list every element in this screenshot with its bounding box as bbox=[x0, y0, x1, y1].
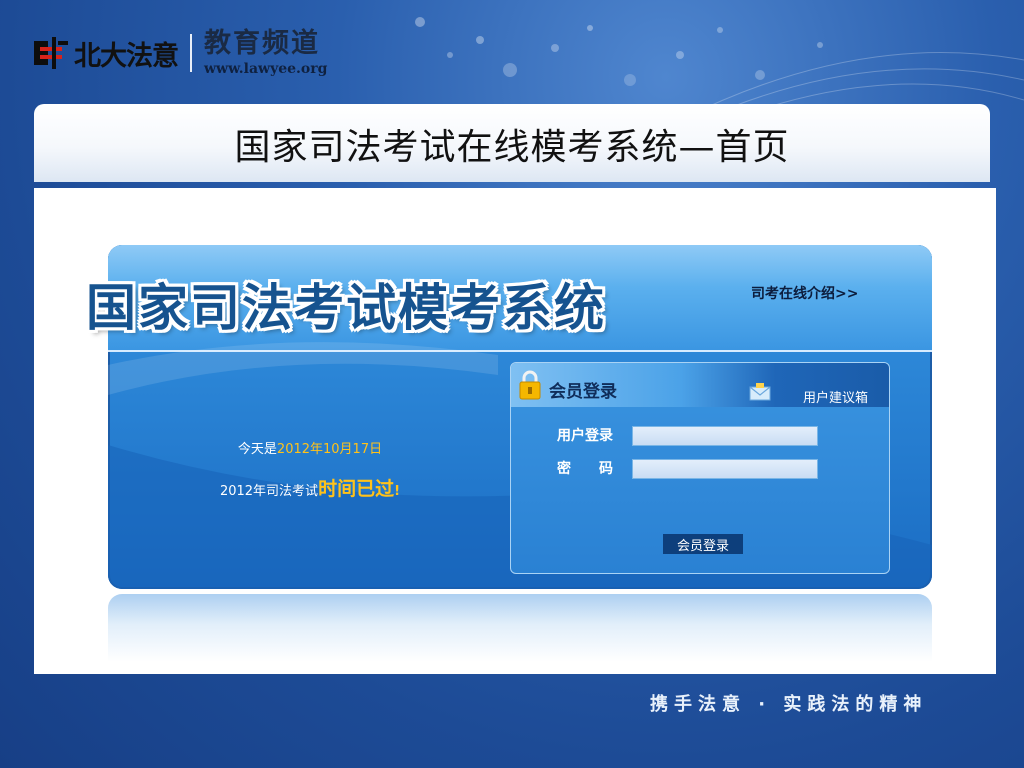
exam-suffix: ! bbox=[394, 484, 401, 499]
lock-icon bbox=[519, 370, 541, 400]
channel-name: 教育频道 bbox=[204, 28, 320, 59]
login-header: 会员登录 用户建议箱 bbox=[511, 363, 889, 407]
footer-slogan: 携手法意 · 实践法的精神 bbox=[650, 694, 928, 715]
exam-status: 时间已过 bbox=[318, 478, 395, 500]
channel-url: www.lawyee.org bbox=[204, 61, 328, 77]
lawyee-logo[interactable]: 北大法意 教育频道 www.lawyee.org bbox=[34, 28, 327, 78]
today-date: 2012年10月17日 bbox=[276, 442, 383, 457]
logo-mark-icon bbox=[34, 37, 68, 69]
suggestion-box-link[interactable]: 用户建议箱 bbox=[803, 387, 868, 406]
username-input[interactable] bbox=[632, 426, 818, 446]
system-title: 国家司法考试模考系统 bbox=[86, 279, 606, 337]
exam-prefix: 2012年司法考试 bbox=[219, 484, 319, 499]
logo-brand-text: 北大法意 bbox=[74, 40, 179, 72]
exam-line: 2012年司法考试时间已过! bbox=[190, 474, 430, 501]
logo-divider bbox=[190, 34, 192, 72]
banner-reflection bbox=[108, 594, 932, 662]
password-input[interactable] bbox=[632, 459, 818, 479]
page-title: 国家司法考试在线模考系统—首页 bbox=[234, 127, 790, 168]
decorative-bubbles bbox=[415, 17, 1024, 120]
username-label: 用户登录 bbox=[557, 428, 613, 444]
mail-icon[interactable] bbox=[749, 383, 771, 401]
intro-link[interactable]: 司考在线介绍>> bbox=[751, 283, 858, 303]
login-title: 会员登录 bbox=[549, 382, 617, 402]
today-line: 今天是2012年10月17日 bbox=[210, 438, 410, 457]
channel-block: 教育频道 www.lawyee.org bbox=[204, 28, 328, 78]
login-panel: 会员登录 用户建议箱 用户登录 密 码 会员登录 bbox=[510, 362, 890, 574]
password-label: 密 码 bbox=[557, 461, 613, 477]
today-prefix: 今天是 bbox=[237, 442, 277, 457]
login-button[interactable]: 会员登录 bbox=[663, 534, 743, 554]
